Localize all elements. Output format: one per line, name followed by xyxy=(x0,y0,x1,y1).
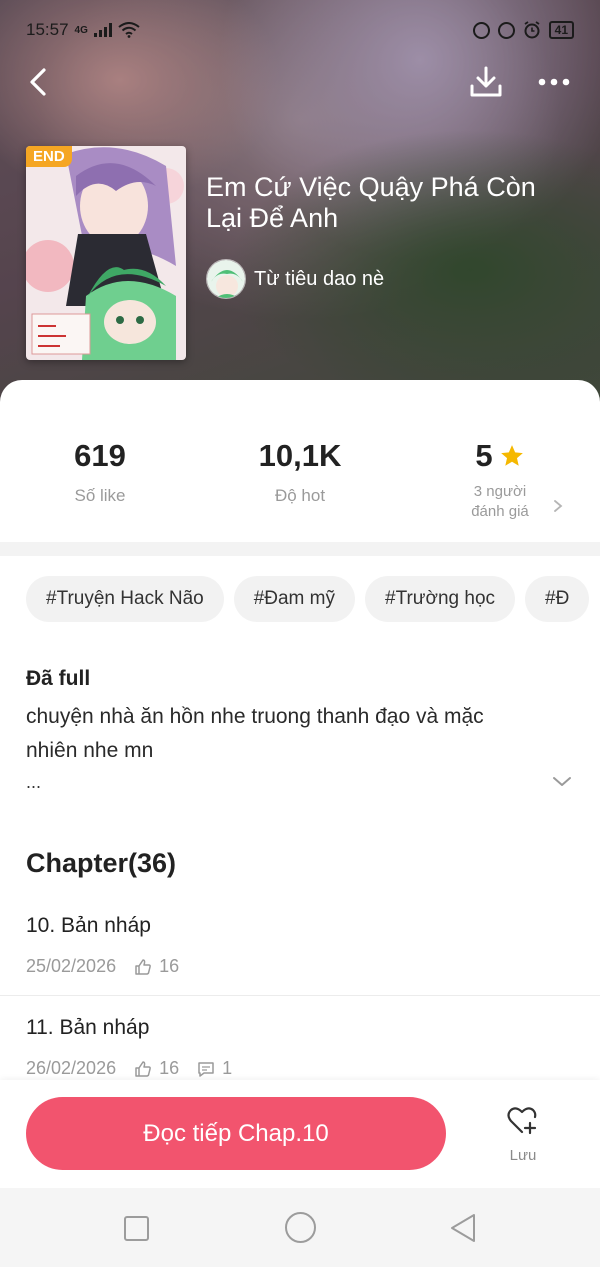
tag-list: #Truyện Hack Não #Đam mỹ #Trường học #Đ xyxy=(26,576,600,624)
status-time: 15:57 xyxy=(26,20,69,39)
top-bar xyxy=(0,60,600,104)
stat-rating[interactable]: 5 3 người đánh giá xyxy=(430,438,570,522)
author-avatar xyxy=(206,259,246,299)
chapter-likes: 16 xyxy=(159,956,180,976)
comment-icon xyxy=(198,1061,214,1077)
story-cover[interactable]: END xyxy=(26,146,186,360)
tag-chip[interactable]: #Truyện Hack Não xyxy=(26,576,224,622)
expand-description-button[interactable] xyxy=(550,770,574,794)
more-options-button[interactable] xyxy=(532,62,576,102)
description-heading: Đã full xyxy=(26,667,91,690)
more-icon xyxy=(538,78,570,86)
signal-icon xyxy=(93,23,112,37)
likes-count: 619 xyxy=(74,438,126,473)
tag-chip[interactable]: #Trường học xyxy=(365,576,516,622)
download-button[interactable] xyxy=(466,62,506,102)
chapter-date: 26/02/2026 xyxy=(26,1058,117,1078)
tag-chip[interactable]: #Đ xyxy=(525,576,590,622)
chevron-down-icon xyxy=(553,777,571,786)
stats-row: 619 Số like 10,1K Độ hot 5 3 người đánh … xyxy=(0,380,600,542)
tag-chip[interactable]: #Đam mỹ xyxy=(233,576,355,622)
stat-likes: 619 Số like xyxy=(30,438,170,506)
chevron-right-icon xyxy=(554,500,563,512)
hot-count: 10,1K xyxy=(258,438,342,473)
description-text: chuyện nhà ăn hồn nhe truong thanh đạo v… xyxy=(26,705,484,762)
cover-artwork xyxy=(26,146,186,360)
lock-icon xyxy=(497,21,515,39)
section-divider xyxy=(0,542,600,556)
thumb-up-icon xyxy=(135,1060,151,1077)
network-type: 4G xyxy=(74,24,88,36)
system-nav-bar xyxy=(0,1188,600,1267)
chapter-title: 11. Bản nháp xyxy=(26,1016,150,1039)
continue-reading-button[interactable]: Đọc tiếp Chap.10 xyxy=(26,1097,446,1170)
chapter-heading: Chapter(36) xyxy=(26,848,177,878)
bottom-action-bar: Đọc tiếp Chap.10 Lưu xyxy=(0,1080,600,1188)
back-button[interactable] xyxy=(22,64,58,100)
chapter-meta: 25/02/2026 16 xyxy=(26,956,179,977)
chapter-comments: 1 xyxy=(222,1058,233,1078)
system-back-button[interactable] xyxy=(448,1212,478,1244)
save-button[interactable]: Lưu xyxy=(494,1104,552,1170)
battery-icon: 41 xyxy=(548,21,574,39)
recent-apps-button[interactable] xyxy=(124,1216,149,1241)
author-link[interactable]: Từ tiêu dao nè xyxy=(206,259,384,299)
rating-count-label: 3 người đánh giá xyxy=(471,483,529,520)
chapter-likes: 16 xyxy=(159,1058,180,1078)
rating-value: 5 xyxy=(475,438,493,473)
stat-hot: 10,1K Độ hot xyxy=(230,438,370,506)
home-button[interactable] xyxy=(285,1212,316,1243)
end-badge: END xyxy=(26,146,72,167)
chapter-item[interactable]: 10. Bản nháp 25/02/2026 16 xyxy=(0,896,600,996)
heart-add-icon xyxy=(507,1107,537,1135)
save-label: Lưu xyxy=(509,1147,537,1164)
chapter-meta: 26/02/2026 16 1 xyxy=(26,1058,232,1079)
author-name: Từ tiêu dao nè xyxy=(254,267,385,290)
status-bar: 15:57 4G 41 xyxy=(0,0,600,60)
likes-label: Số like xyxy=(74,486,126,505)
wifi-icon xyxy=(118,22,140,38)
chapter-title: 10. Bản nháp xyxy=(26,914,151,937)
detail-sheet: 619 Số like 10,1K Độ hot 5 3 người đánh … xyxy=(0,380,600,1080)
hot-label: Độ hot xyxy=(274,486,326,505)
thumb-up-icon xyxy=(135,958,151,975)
back-icon xyxy=(30,68,46,96)
chapter-date: 25/02/2026 xyxy=(26,956,117,976)
dnd-icon xyxy=(472,21,490,39)
alarm-icon xyxy=(524,21,540,39)
download-icon xyxy=(470,66,502,97)
story-title: Em Cứ Việc Quậy Phá Còn Lại Để Anh xyxy=(206,172,536,233)
description-ellipsis: ... xyxy=(26,772,42,792)
star-icon xyxy=(500,445,523,466)
